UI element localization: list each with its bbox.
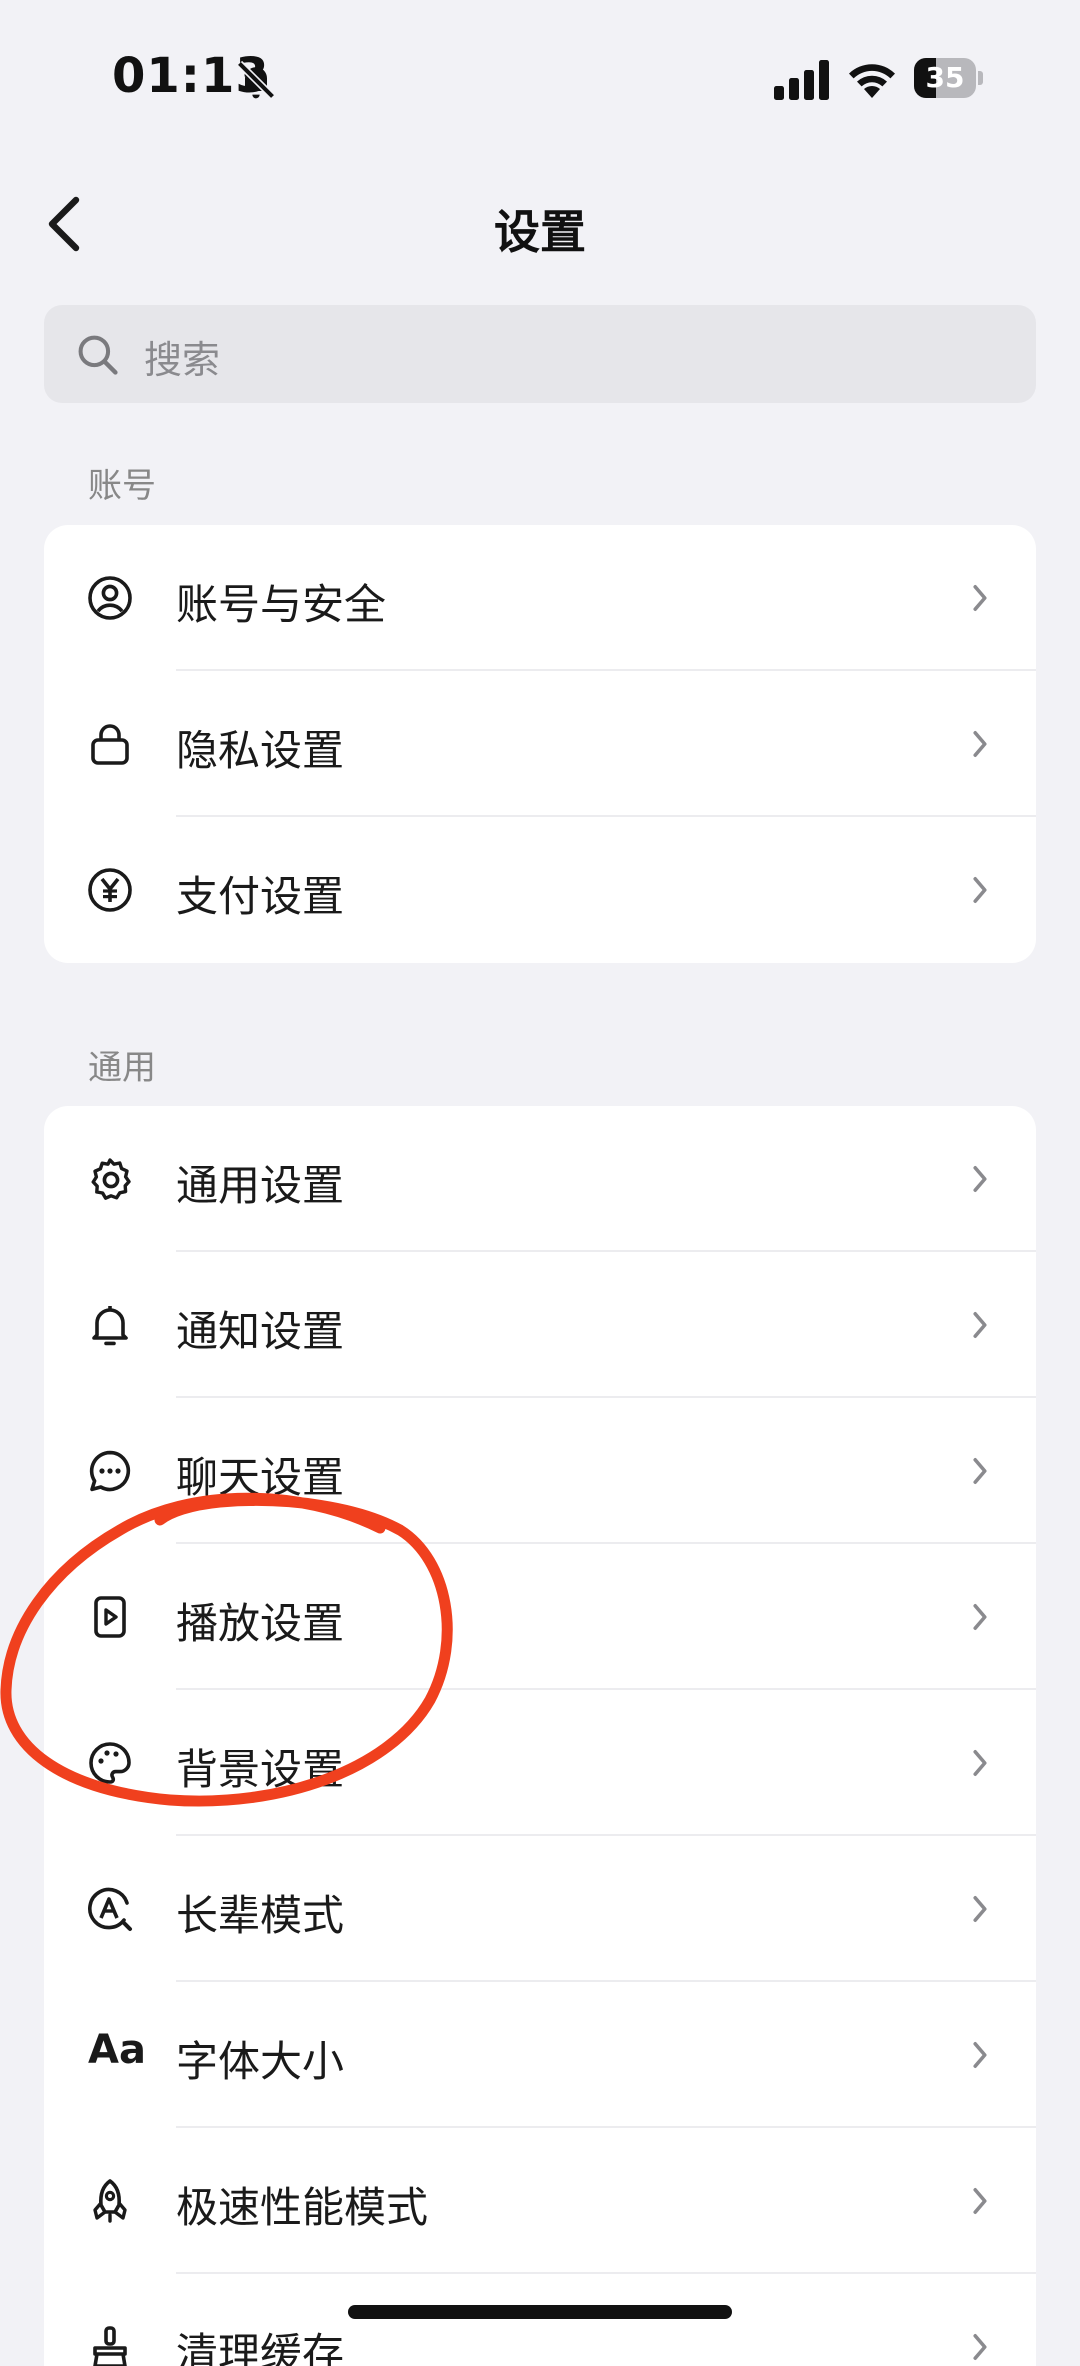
bell-icon xyxy=(92,1306,128,1346)
settings-item-account-security[interactable]: 账号与安全 xyxy=(44,525,1036,671)
settings-item-label: 支付设置 xyxy=(176,872,345,921)
account-settings-card: 账号与安全 隐私设置 支付设置 xyxy=(44,525,1036,963)
settings-item-elder-mode[interactable]: 长辈模式 xyxy=(44,1836,1036,1982)
settings-item-payment[interactable]: 支付设置 xyxy=(44,817,1036,963)
chat-bubble-icon xyxy=(89,1450,131,1492)
settings-item-label: 隐私设置 xyxy=(176,726,345,775)
play-icon xyxy=(94,1596,126,1638)
broom-icon xyxy=(93,2326,127,2366)
chevron-right-icon xyxy=(973,1166,987,1192)
search-icon xyxy=(78,335,118,375)
chevron-right-icon xyxy=(973,1458,987,1484)
settings-item-label: 极速性能模式 xyxy=(176,2183,429,2232)
settings-item-playback[interactable]: 播放设置 xyxy=(44,1544,1036,1690)
settings-item-privacy[interactable]: 隐私设置 xyxy=(44,671,1036,817)
user-circle-icon xyxy=(88,576,132,620)
settings-item-clear-cache[interactable]: 清理缓存 xyxy=(44,2274,1036,2366)
settings-item-performance-mode[interactable]: 极速性能模式 xyxy=(44,2128,1036,2274)
section-label-account: 账号 xyxy=(88,466,156,506)
search-input[interactable]: 搜索 xyxy=(44,305,1036,403)
settings-item-label: 背景设置 xyxy=(176,1745,345,1794)
settings-item-notifications[interactable]: 通知设置 xyxy=(44,1252,1036,1398)
navigation-bar: 设置 xyxy=(0,180,1080,270)
settings-item-label: 账号与安全 xyxy=(176,580,387,629)
page-title: 设置 xyxy=(494,205,586,259)
chevron-right-icon xyxy=(973,1604,987,1630)
home-indicator xyxy=(348,2305,732,2319)
font-size-icon: Aa xyxy=(88,2027,146,2073)
settings-item-label: 清理缓存 xyxy=(176,2329,345,2366)
settings-item-label: 通用设置 xyxy=(176,1161,345,1210)
yuan-icon xyxy=(88,868,132,912)
chevron-right-icon xyxy=(973,1750,987,1776)
settings-item-font-size[interactable]: Aa 字体大小 xyxy=(44,1982,1036,2128)
settings-item-background[interactable]: 背景设置 xyxy=(44,1690,1036,1836)
status-bar: 01:13 35 xyxy=(0,0,1080,160)
battery-level-text: 35 xyxy=(925,61,965,94)
bell-off-icon xyxy=(236,60,276,100)
elder-mode-icon xyxy=(88,1887,132,1931)
battery-indicator: 35 xyxy=(914,58,984,98)
signal-icon xyxy=(774,60,829,100)
wifi-icon xyxy=(849,64,895,98)
chevron-right-icon xyxy=(973,1896,987,1922)
chevron-right-icon xyxy=(973,1312,987,1338)
settings-item-label: 字体大小 xyxy=(176,2037,345,2086)
search-placeholder: 搜索 xyxy=(144,338,221,382)
settings-item-chat[interactable]: 聊天设置 xyxy=(44,1398,1036,1544)
settings-item-label: 聊天设置 xyxy=(176,1453,345,1502)
settings-item-label: 长辈模式 xyxy=(176,1891,345,1940)
palette-icon xyxy=(89,1742,131,1784)
rocket-icon xyxy=(93,2179,127,2223)
settings-item-general[interactable]: 通用设置 xyxy=(44,1106,1036,1252)
gear-icon xyxy=(91,1158,131,1200)
chevron-right-icon xyxy=(973,585,987,611)
lock-icon xyxy=(91,724,129,765)
chevron-right-icon xyxy=(973,877,987,903)
settings-item-label: 通知设置 xyxy=(176,1307,345,1356)
section-label-general: 通用 xyxy=(88,1048,156,1088)
settings-item-label: 播放设置 xyxy=(176,1599,345,1648)
chevron-right-icon xyxy=(973,731,987,757)
chevron-right-icon xyxy=(973,2042,987,2068)
chevron-right-icon xyxy=(973,2334,987,2360)
chevron-right-icon xyxy=(973,2188,987,2214)
general-settings-card: 通用设置 通知设置 聊天设置 播放设置 背景设置 长辈模式 Aa 字体大小 极速… xyxy=(44,1106,1036,2366)
